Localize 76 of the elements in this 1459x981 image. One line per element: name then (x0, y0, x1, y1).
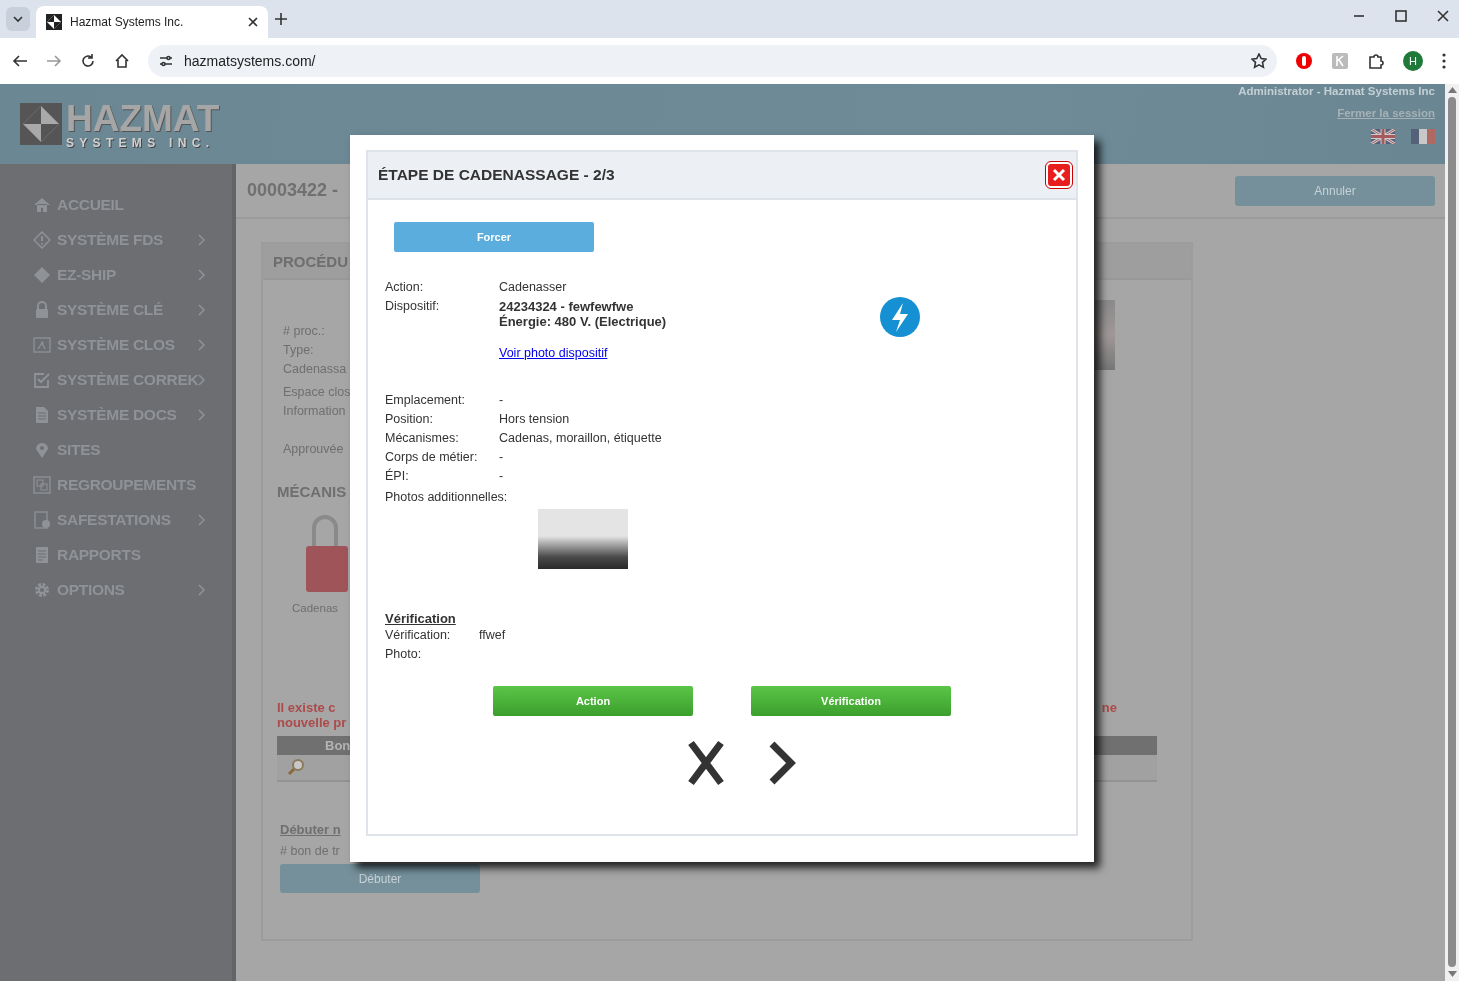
field-label: Dispositif: (385, 298, 441, 315)
field-label: Position: (385, 411, 434, 428)
logo-subtitle: SYSTEMS INC. (66, 136, 216, 149)
close-button[interactable] (1046, 162, 1072, 188)
gear-icon (33, 580, 51, 599)
device-photo-link[interactable]: Voir photo dispositif (499, 346, 608, 360)
logo-title: HAZMAT (66, 99, 220, 137)
cancel-button[interactable]: Annuler (1235, 175, 1435, 206)
warning-text: nouvelle pr (277, 715, 347, 730)
maximize-icon[interactable] (1395, 10, 1407, 22)
uk-flag-icon[interactable] (1371, 129, 1395, 144)
menu-icon[interactable] (1441, 53, 1447, 69)
field-value: ffwef (479, 627, 506, 644)
field-value: - (499, 468, 505, 485)
back-icon[interactable] (12, 53, 28, 69)
favicon-icon (46, 14, 62, 30)
document-icon (33, 405, 51, 424)
field-value: Cadenasser (499, 279, 568, 296)
cross-icon[interactable] (688, 740, 724, 786)
report-icon (33, 545, 51, 564)
forward-icon[interactable] (46, 53, 62, 69)
close-icon (1052, 168, 1066, 182)
profile-avatar[interactable]: H (1403, 51, 1423, 71)
next-chevron-icon[interactable] (768, 741, 796, 785)
scroll-down-icon[interactable] (1447, 971, 1457, 977)
logout-link[interactable]: Fermer la session (1337, 107, 1435, 119)
diamond-icon (33, 265, 51, 284)
pin-icon (33, 440, 51, 459)
hazard-icon (33, 230, 51, 249)
photo-placeholder (1095, 300, 1115, 370)
field-label: Emplacement: (385, 392, 466, 409)
field-label: Photo: (385, 646, 423, 663)
site-info-icon[interactable] (158, 53, 174, 69)
field-value: - (499, 392, 505, 409)
france-flag-icon[interactable] (1411, 129, 1435, 144)
puzzle-icon[interactable] (1367, 52, 1385, 70)
home-icon (33, 195, 51, 214)
user-name: Administrator - Hazmat Systems Inc (1238, 85, 1435, 97)
field-label: Vérification: (385, 627, 452, 644)
new-tab-icon[interactable] (274, 12, 288, 26)
field-value: Cadenas, moraillon, étiquette (499, 430, 662, 447)
home-icon[interactable] (114, 53, 130, 69)
dialog-title: ÉTAPE DE CADENASSAGE - 2/3 (378, 166, 616, 184)
check-icon (33, 370, 51, 389)
group-icon (33, 475, 51, 494)
device-info: 24234324 - fewfewfwe (499, 299, 635, 314)
shield-icon[interactable] (1295, 52, 1313, 70)
close-icon[interactable] (248, 17, 258, 27)
address-bar[interactable]: hazmatsystems.com/ (148, 45, 1277, 77)
tab-list-icon[interactable] (6, 7, 30, 31)
close-icon[interactable] (1437, 10, 1449, 22)
scrollbar-thumb[interactable] (1448, 97, 1456, 967)
search-icon[interactable] (287, 758, 305, 776)
field-value: - (499, 449, 505, 466)
field-value: Hors tension (499, 411, 571, 428)
field-label: Action: (385, 279, 425, 296)
lock-icon (33, 300, 51, 319)
logo-icon (20, 103, 62, 145)
force-button[interactable]: Forcer (394, 222, 594, 252)
scroll-up-icon[interactable] (1447, 87, 1457, 93)
warning-text: Il existe c (277, 700, 337, 715)
warning-text: ne (1101, 700, 1117, 717)
field-label: Mécanismes: (385, 430, 460, 447)
lightning-bolt-icon (880, 297, 920, 337)
step-button[interactable]: Vérification (751, 686, 951, 716)
device-info: Énergie: 480 V. (Electrique) (499, 314, 667, 329)
section-heading: Vérification (385, 611, 457, 626)
field-label: ÉPI: (385, 467, 410, 485)
step-button[interactable]: Action (493, 686, 693, 716)
star-icon[interactable] (1251, 53, 1267, 69)
start-button[interactable]: Débuter (280, 864, 480, 893)
field-label: Corps de métier: (385, 449, 479, 466)
reload-icon[interactable] (80, 53, 96, 69)
field-label: Photos additionnelles: (385, 489, 509, 506)
browser-tab[interactable]: Hazmat Systems Inc. (36, 6, 268, 38)
tab-title: Hazmat Systems Inc. (70, 15, 185, 29)
